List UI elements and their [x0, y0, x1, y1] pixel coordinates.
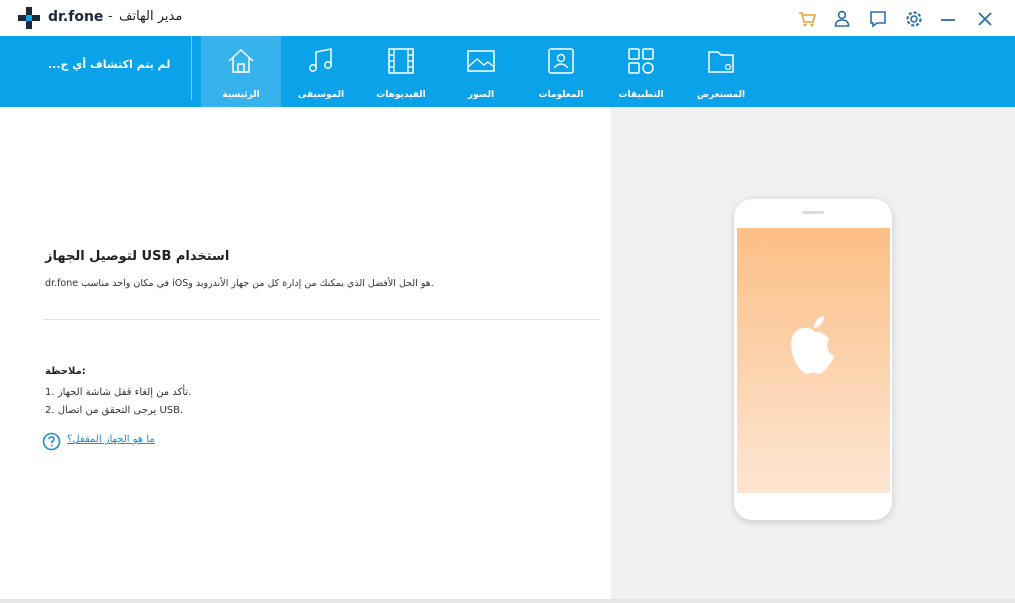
tab-explorer[interactable]: المستعرض	[681, 36, 761, 107]
close-icon[interactable]	[975, 9, 995, 29]
bottom-border	[0, 599, 1015, 603]
app-title: مدير الهاتف	[119, 9, 183, 24]
settings-icon[interactable]	[904, 9, 924, 29]
cart-icon[interactable]	[797, 9, 817, 29]
description: dr.fone في مكان واحد مناسب iOSهو الحل ال…	[45, 278, 434, 289]
tab-info-label: المعلومات	[538, 90, 584, 100]
brand-name: dr.fone	[48, 9, 104, 25]
home-icon	[228, 48, 254, 73]
note-title: ملاحظة:	[45, 366, 86, 377]
description-text: في مكان واحد مناسب iOSهو الحل الأفضل الذ…	[81, 278, 434, 289]
tab-apps[interactable]: التطبيقات	[601, 36, 681, 107]
contacts-icon	[548, 48, 574, 74]
tab-info[interactable]: المعلومات	[521, 36, 601, 107]
tab-apps-label: التطبيقات	[618, 90, 664, 100]
explorer-icon	[708, 51, 734, 73]
tab-videos-label: الفيديوهات	[376, 90, 426, 100]
apple-icon	[791, 316, 834, 374]
title-bar: dr.fone - مدير الهاتف	[0, 0, 1015, 36]
drfone-logo-icon	[18, 7, 40, 29]
minimize-icon[interactable]	[938, 9, 958, 29]
help-icon[interactable]	[42, 432, 61, 451]
device-status[interactable]: لم يتم اكتشاف أي ج...	[48, 58, 170, 71]
nav-divider	[191, 36, 192, 100]
apps-icon	[628, 48, 654, 74]
divider	[43, 319, 600, 320]
title-separator: -	[108, 9, 113, 24]
connect-heading: لتوصيل الجهاز USB استخدام	[45, 249, 230, 264]
phone-speaker	[802, 211, 824, 214]
video-icon	[388, 48, 414, 74]
tab-music[interactable]: الموسيقى	[281, 36, 361, 107]
feedback-icon[interactable]	[868, 9, 888, 29]
tab-videos[interactable]: الفيديوهات	[361, 36, 441, 107]
user-icon[interactable]	[832, 9, 852, 29]
tab-photos-label: الصور	[467, 90, 495, 100]
photo-icon	[467, 50, 495, 72]
tab-music-label: الموسيقى	[297, 90, 345, 100]
tab-photos[interactable]: الصور	[441, 36, 521, 107]
locked-device-help-link[interactable]: ما هو الجهاز المقفل؟	[67, 434, 155, 445]
note-line-1: 1. تأكد من إلغاء قفل شاشة الجهاز.	[45, 387, 192, 398]
tab-explorer-label: المستعرض	[696, 90, 746, 100]
note-line-2: 2. يرجى التحقق من اتصال USB.	[45, 405, 184, 416]
description-brand: dr.fone	[45, 278, 79, 289]
tab-home-label: الرئيسية	[222, 90, 260, 100]
tab-home[interactable]: الرئيسية	[201, 36, 281, 107]
music-icon	[309, 48, 332, 72]
